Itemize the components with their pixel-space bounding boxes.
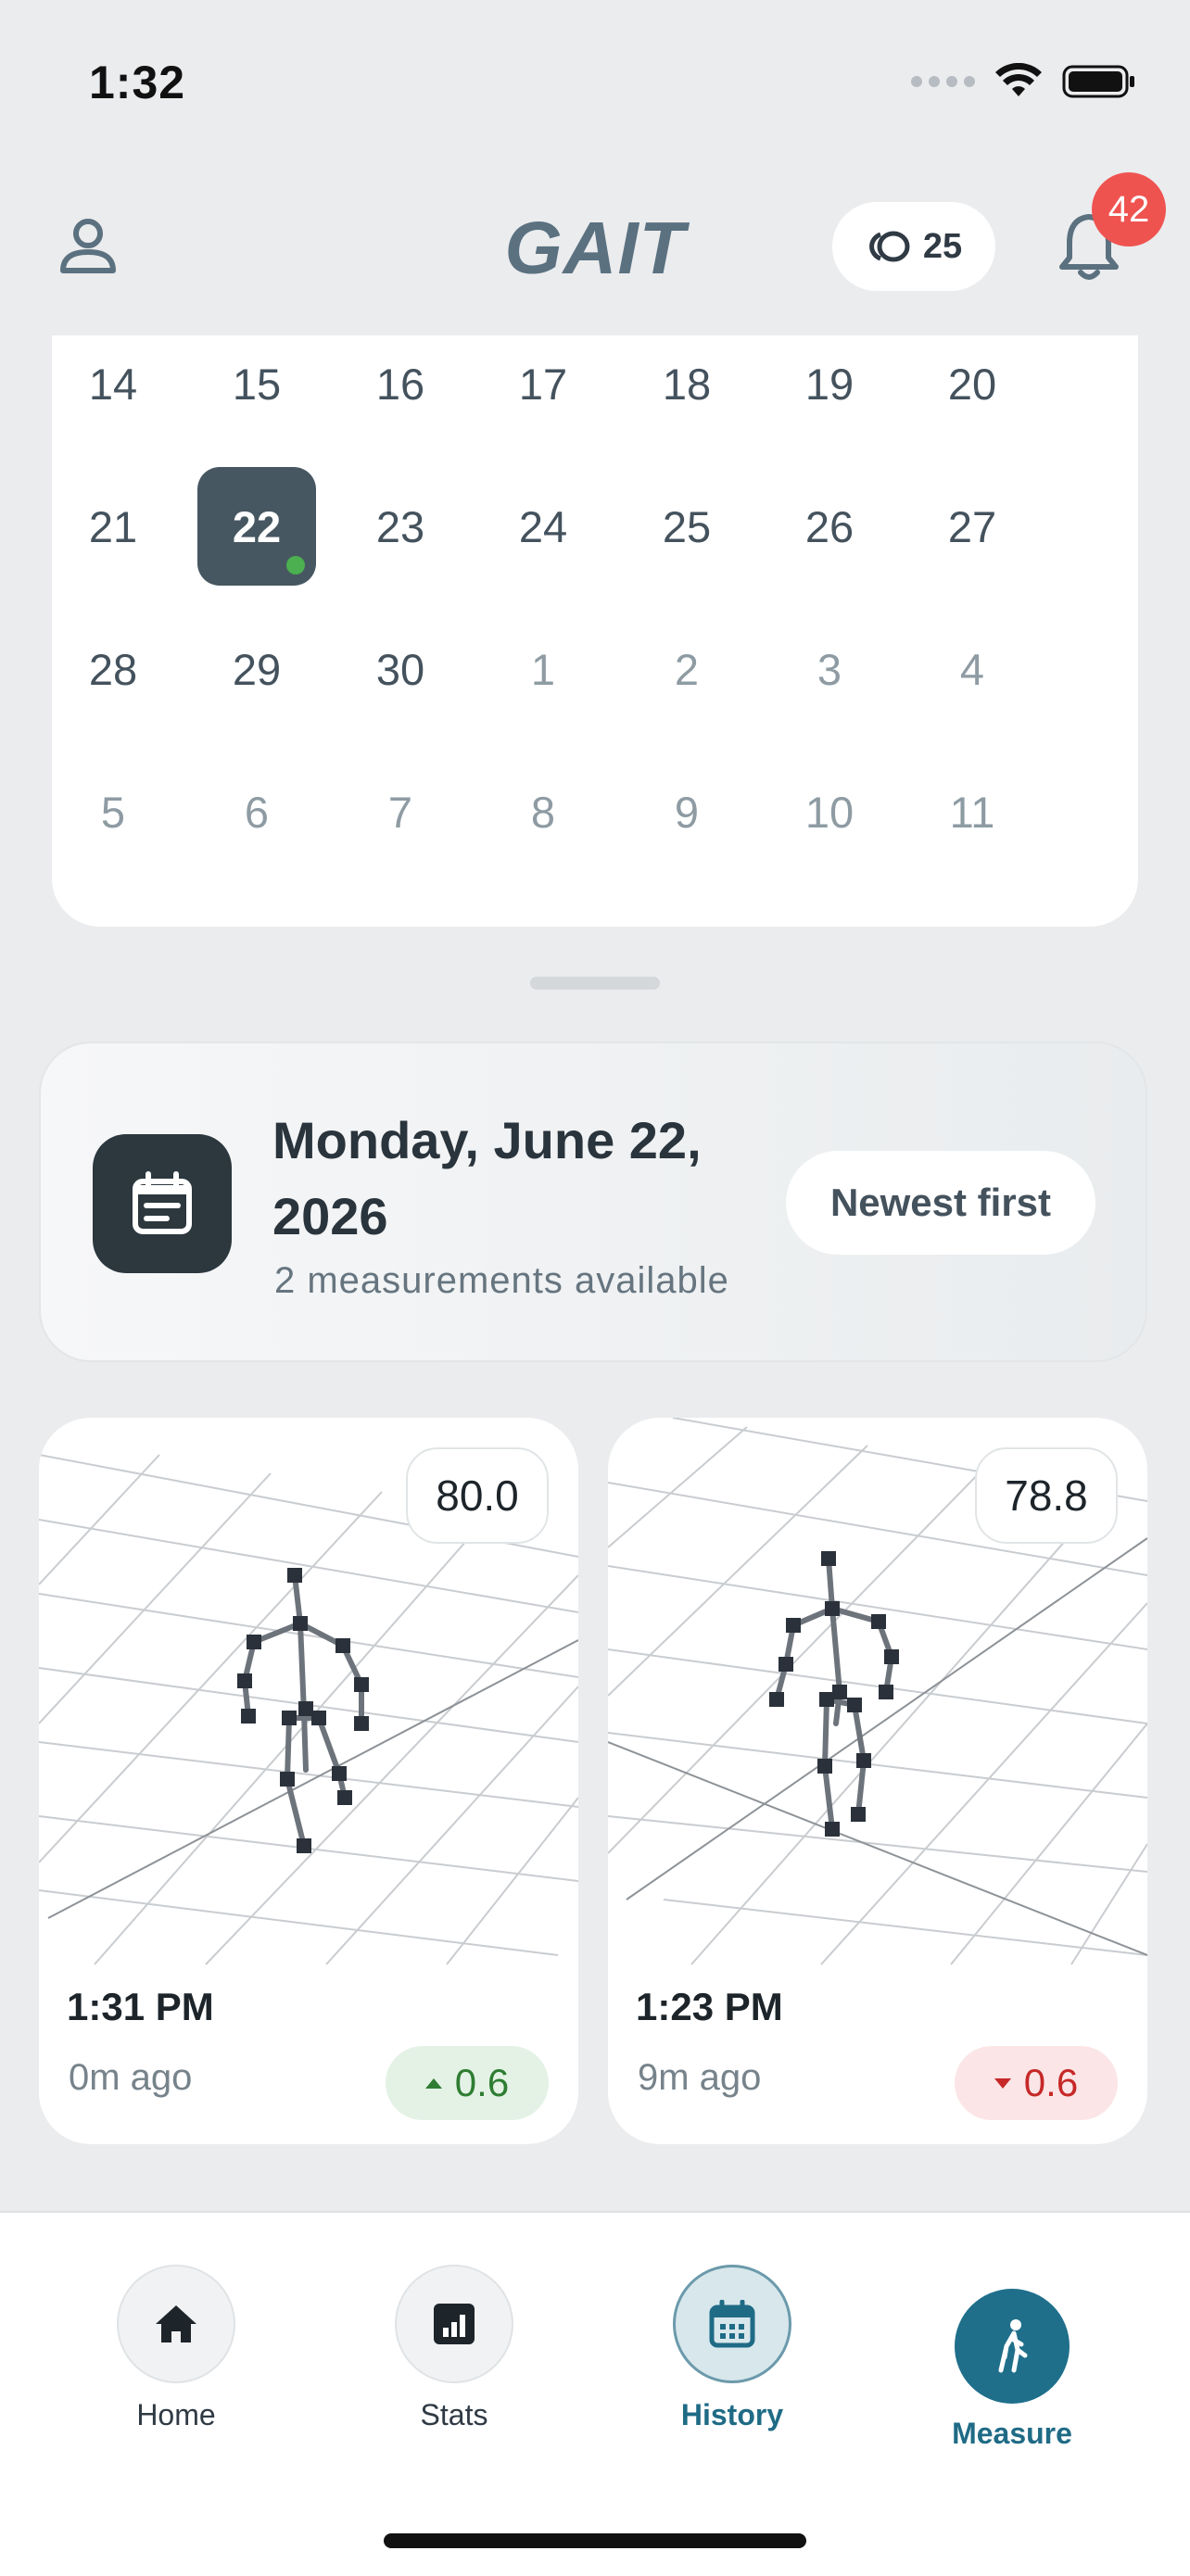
selected-date-title: Monday, June 22, 2026 — [272, 1111, 702, 1245]
walking-icon — [998, 2319, 1028, 2373]
calendar-card: 14 15 16 17 18 19 20 21 22 23 24 25 26 27 28 29 30 1 2 3 4 5 6… — [52, 335, 1138, 927]
calendar-day[interactable]: 14 — [54, 324, 172, 443]
nav-measure[interactable]: Measure — [919, 2289, 1105, 2451]
score-delta-badge: 0.6 — [386, 2046, 549, 2120]
calendar-day[interactable]: 25 — [627, 467, 746, 586]
measurement-card[interactable]: 80.0 1:31 PM 0m ago 0.6 — [39, 1418, 578, 2144]
gait-score-badge: 80.0 — [406, 1447, 549, 1544]
calendar-day[interactable]: 30 — [341, 610, 460, 728]
calendar-day[interactable]: 8 — [484, 752, 602, 871]
nav-stats[interactable]: Stats — [361, 2265, 547, 2432]
battery-icon — [1062, 65, 1134, 98]
calendar-day-selected[interactable]: 22 — [197, 467, 316, 586]
app-title: GAIT — [504, 207, 686, 289]
calendar-day[interactable]: 28 — [54, 610, 172, 728]
measurement-card[interactable]: 78.8 1:23 PM 9m ago 0.6 — [608, 1418, 1147, 2144]
calendar-day[interactable]: 4 — [913, 610, 1032, 728]
score-delta-value: 0.6 — [1023, 2061, 1079, 2104]
calendar-day[interactable]: 11 — [913, 752, 1032, 871]
notification-badge: 42 — [1092, 172, 1166, 246]
calendar-day[interactable]: 16 — [341, 324, 460, 443]
calendar-day[interactable]: 15 — [197, 324, 316, 443]
calendar-day[interactable]: 24 — [484, 467, 602, 586]
calendar-day[interactable]: 26 — [770, 467, 889, 586]
calendar-icon — [709, 2300, 755, 2348]
score-delta-value: 0.6 — [454, 2061, 510, 2104]
calendar-day[interactable]: 3 — [770, 610, 889, 728]
measurement-ago: 0m ago — [69, 2057, 193, 2098]
measurement-time: 1:23 PM — [636, 1985, 783, 2028]
coins-icon — [868, 231, 910, 262]
wifi-icon — [995, 63, 1042, 96]
nav-stats-label: Stats — [420, 2398, 488, 2431]
calendar-icon — [133, 1171, 192, 1234]
calendar-day[interactable]: 18 — [627, 324, 746, 443]
gait-score-badge: 78.8 — [975, 1447, 1118, 1544]
measurements-count-text: 2 measurements available — [274, 1260, 729, 1301]
calendar-day[interactable]: 19 — [770, 324, 889, 443]
calendar-day[interactable]: 29 — [197, 610, 316, 728]
home-indicator — [384, 2533, 806, 2548]
calendar-icon-tile — [93, 1134, 232, 1273]
calendar-day[interactable]: 2 — [627, 610, 746, 728]
home-icon — [156, 2305, 196, 2342]
status-time: 1:32 — [89, 57, 186, 108]
credits-count: 25 — [922, 226, 963, 266]
nav-stats-circle[interactable] — [395, 2265, 513, 2383]
arrow-up-icon — [424, 2077, 442, 2089]
nav-home[interactable]: Home — [83, 2265, 269, 2432]
date-summary-card: Monday, June 22, 2026 2 measurements ava… — [39, 1042, 1147, 1362]
signal-icon — [911, 76, 975, 87]
calendar-day[interactable]: 1 — [484, 610, 602, 728]
calendar-day[interactable]: 6 — [197, 752, 316, 871]
calendar-day[interactable]: 9 — [627, 752, 746, 871]
nav-home-circle[interactable] — [117, 2265, 235, 2383]
calendar-day[interactable]: 7 — [341, 752, 460, 871]
nav-home-label: Home — [136, 2398, 216, 2431]
nav-measure-label: Measure — [952, 2417, 1072, 2450]
calendar-day[interactable]: 10 — [770, 752, 889, 871]
nav-history-circle[interactable] — [673, 2265, 791, 2383]
calendar-day[interactable]: 21 — [54, 467, 172, 586]
data-available-dot — [286, 556, 305, 575]
drag-handle[interactable] — [530, 977, 660, 990]
calendar-day[interactable]: 27 — [913, 467, 1032, 586]
status-icons — [911, 63, 1136, 100]
calendar-day[interactable]: 17 — [484, 324, 602, 443]
calendar-day[interactable]: 5 — [54, 752, 172, 871]
nav-history[interactable]: History — [639, 2265, 825, 2432]
calendar-day[interactable]: 23 — [341, 467, 460, 586]
score-delta-badge: 0.6 — [955, 2046, 1118, 2120]
sort-order-button[interactable]: Newest first — [786, 1151, 1095, 1255]
nav-history-label: History — [680, 2398, 784, 2431]
bar-chart-icon — [434, 2304, 475, 2344]
bottom-navigation: Home Stats History Measure — [0, 2211, 1190, 2576]
calendar-day[interactable]: 20 — [913, 324, 1032, 443]
credits-pill[interactable]: 25 — [832, 202, 995, 291]
arrow-down-icon — [994, 2077, 1011, 2089]
measurement-time: 1:31 PM — [67, 1985, 214, 2028]
measurement-ago: 9m ago — [638, 2057, 762, 2098]
measure-button[interactable] — [955, 2289, 1070, 2404]
